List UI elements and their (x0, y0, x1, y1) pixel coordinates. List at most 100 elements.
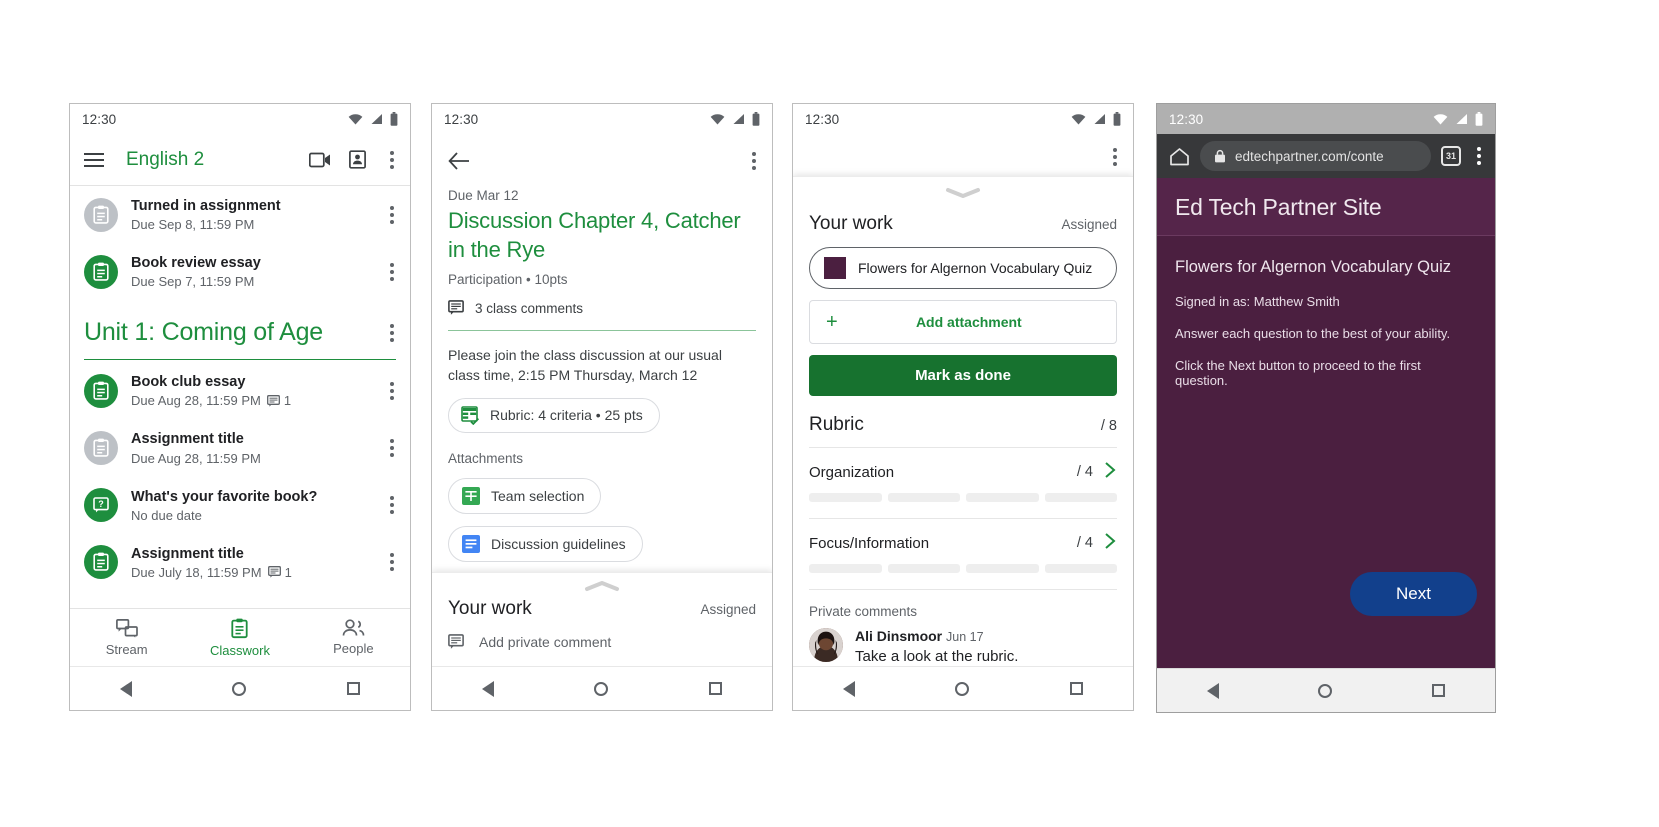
mark-as-done-label: Mark as done (915, 367, 1011, 384)
list-item-subtitle: Due Aug 28, 11:59 PM (131, 450, 261, 466)
status-time: 12:30 (82, 111, 117, 127)
unit-divider (84, 359, 396, 361)
status-icons (710, 112, 760, 126)
android-nav-bar (793, 666, 1133, 710)
quiz-signed-in-line: Signed in as: Matthew Smith (1175, 294, 1340, 309)
tab-stream[interactable]: Stream (70, 609, 183, 666)
comment-icon (267, 566, 281, 578)
add-attachment-button[interactable]: + Add attachment (809, 300, 1117, 344)
quiz-intro: Flowers for Algernon Vocabulary Quiz Sig… (1157, 236, 1495, 388)
stream-icon (115, 618, 138, 638)
tab-label: People (333, 641, 374, 656)
next-button[interactable]: Next (1350, 572, 1477, 616)
nav-recents-square-icon[interactable] (1069, 682, 1083, 695)
unit-title: Unit 1: Coming of Age (84, 318, 323, 347)
back-arrow-icon[interactable] (448, 152, 470, 170)
android-nav-bar (432, 666, 772, 710)
sheet-handle[interactable] (432, 573, 772, 592)
status-bar: 12:30 (1157, 104, 1495, 134)
chevron-right-icon[interactable] (1103, 532, 1117, 554)
list-item-title: Book club essay (131, 374, 246, 391)
list-item[interactable]: Book club essay Due Aug 28, 11:59 PM 1 (70, 362, 410, 419)
home-icon[interactable] (1169, 147, 1190, 166)
your-work-sheet: Your work Assigned Flowers for Algernon … (793, 176, 1133, 668)
bottom-tab-bar: Stream Classwork People (70, 608, 410, 666)
list-item-subtitle: Due Sep 7, 11:59 PM (131, 274, 255, 290)
kebab-icon[interactable] (1107, 144, 1119, 170)
row-kebab-icon[interactable] (384, 492, 396, 518)
nav-home-circle-icon[interactable] (1318, 683, 1333, 698)
nav-home-circle-icon[interactable] (594, 681, 609, 696)
tab-people[interactable]: People (297, 609, 410, 666)
chevron-down-icon (946, 188, 980, 198)
tab-count-icon[interactable]: 31 (1441, 146, 1461, 166)
unit-header: Unit 1: Coming of Age (70, 300, 410, 353)
row-kebab-icon[interactable] (384, 202, 396, 228)
attachment-chip-docs[interactable]: Discussion guidelines (448, 525, 643, 562)
list-item-subtitle: Due Sep 8, 11:59 PM (131, 217, 255, 233)
row-kebab-icon[interactable] (384, 435, 396, 461)
browser-toolbar: edtechpartner.com/conte 31 (1157, 134, 1495, 178)
assignment-icon (84, 373, 118, 408)
rubric-chip-label: Rubric: 4 criteria • 25 pts (490, 407, 643, 424)
attachment-label: Flowers for Algernon Vocabulary Quiz (858, 260, 1093, 276)
google-docs-icon (462, 534, 480, 553)
tab-label: Classwork (210, 642, 270, 658)
your-work-status: Assigned (700, 602, 756, 617)
status-time: 12:30 (1169, 111, 1204, 127)
nav-recents-square-icon[interactable] (708, 682, 722, 695)
detail-divider (448, 330, 756, 332)
android-nav-bar (1157, 668, 1495, 712)
nav-recents-square-icon[interactable] (1432, 684, 1446, 697)
list-item[interactable]: Book review essay Due Sep 7, 11:59 PM (70, 243, 410, 300)
row-kebab-icon[interactable] (384, 549, 396, 575)
nav-home-circle-icon[interactable] (955, 681, 970, 696)
unit-assignment-list: Book club essay Due Aug 28, 11:59 PM 1 A… (70, 362, 410, 591)
attachment-chip-quiz[interactable]: Flowers for Algernon Vocabulary Quiz (809, 247, 1117, 289)
your-work-title: Your work (448, 598, 532, 619)
kebab-icon[interactable] (1471, 143, 1483, 169)
add-attachment-label: Add attachment (915, 314, 1022, 330)
add-private-comment[interactable]: Add private comment (432, 620, 772, 650)
nav-recents-square-icon[interactable] (346, 682, 360, 695)
avatar (809, 628, 843, 662)
tab-classwork[interactable]: Classwork (183, 609, 296, 666)
chevron-right-icon[interactable] (1103, 461, 1117, 483)
attachment-chip-sheets[interactable]: Team selection (448, 477, 602, 514)
nav-back-triangle-icon[interactable] (1206, 682, 1219, 699)
class-card-icon[interactable] (349, 150, 366, 169)
plus-icon: + (826, 311, 838, 333)
class-comments-row[interactable]: 3 class comments (448, 300, 756, 316)
nav-back-triangle-icon[interactable] (120, 680, 133, 697)
unit-kebab-icon[interactable] (384, 320, 396, 346)
rubric-criterion-row[interactable]: Organization / 4 (793, 448, 1133, 483)
nav-back-triangle-icon[interactable] (482, 680, 495, 697)
list-item[interactable]: Turned in assignment Due Sep 8, 11:59 PM (70, 186, 410, 243)
hamburger-icon[interactable] (84, 152, 104, 167)
list-item-title: What's your favorite book? (131, 488, 318, 505)
your-work-sheet: Your work Assigned Add private comment (432, 572, 772, 668)
android-nav-bar (70, 666, 410, 710)
rubric-criterion-row[interactable]: Focus/Information / 4 (793, 519, 1133, 554)
list-item-subtitle: No due date (131, 507, 202, 523)
kebab-icon[interactable] (746, 148, 758, 174)
detail-top-bar (793, 134, 1133, 170)
wifi-icon (1071, 113, 1086, 125)
nav-back-triangle-icon[interactable] (843, 680, 856, 697)
row-kebab-icon[interactable] (384, 378, 396, 404)
assignment-title: Discussion Chapter 4, Catcher in the Rye (448, 208, 741, 262)
phone-your-work-screen: 12:30 Your work Assigned Flowers for Alg… (792, 103, 1134, 711)
video-camera-icon[interactable] (309, 152, 331, 168)
classwork-icon (231, 618, 249, 638)
status-bar: 12:30 (432, 104, 772, 134)
url-bar[interactable]: edtechpartner.com/conte (1200, 141, 1431, 171)
mark-as-done-button[interactable]: Mark as done (809, 355, 1117, 396)
list-item[interactable]: Assignment title Due Aug 28, 11:59 PM (70, 419, 410, 476)
list-item[interactable]: ? What's your favorite book? No due date (70, 477, 410, 534)
row-kebab-icon[interactable] (384, 259, 396, 285)
kebab-icon[interactable] (384, 147, 396, 173)
rubric-chip[interactable]: Rubric: 4 criteria • 25 pts (448, 397, 660, 433)
nav-home-circle-icon[interactable] (232, 681, 247, 696)
list-item[interactable]: Assignment title Due July 18, 11:59 PM 1 (70, 534, 410, 591)
sheet-handle[interactable] (793, 177, 1133, 199)
